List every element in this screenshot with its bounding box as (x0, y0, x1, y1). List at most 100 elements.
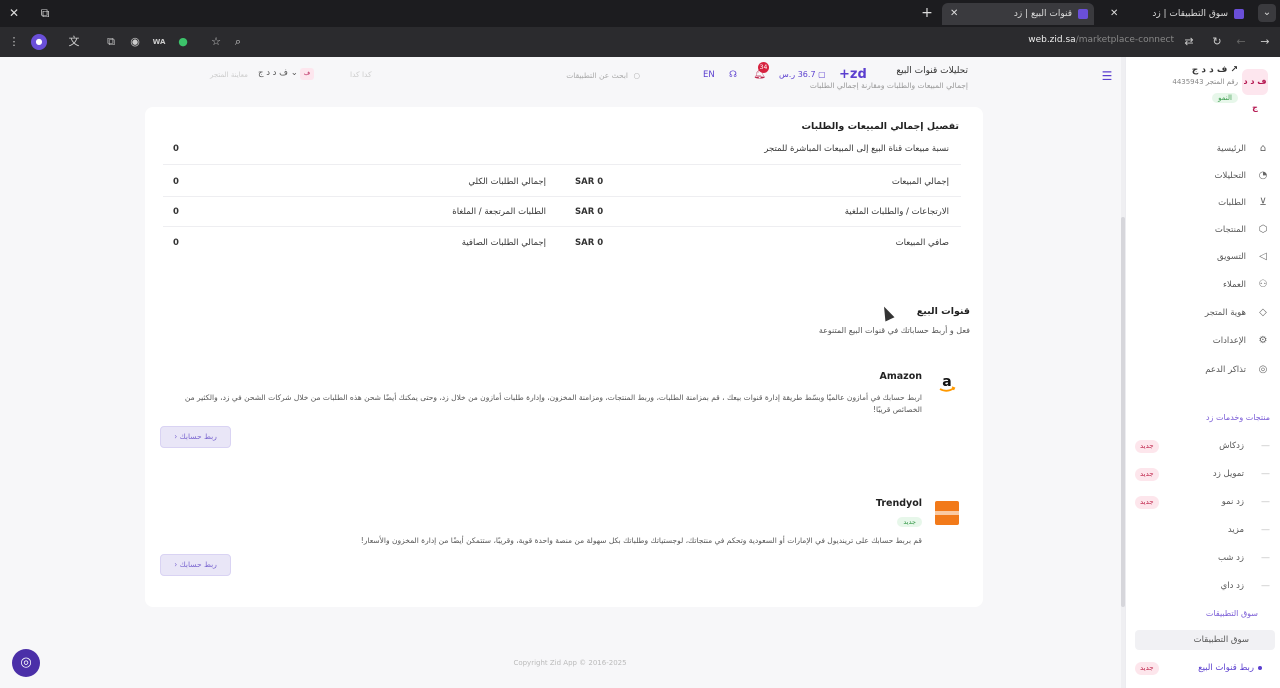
analytics-icon: ◔ (1258, 170, 1268, 181)
total-orders-label: إجمالي الطلبات الكلي (468, 177, 546, 187)
sales-summary-card: تفصيل إجمالي المبيعات والطلبات نسبة مبيع… (145, 107, 983, 325)
forward-icon[interactable]: ← (1233, 34, 1249, 50)
translate-icon[interactable]: 文 (66, 34, 82, 50)
sidebar-item-marketplace[interactable]: سوق التطبيقات (1135, 630, 1275, 650)
sidebar-item-support[interactable]: ◎ تذاكر الدعم (1135, 360, 1270, 380)
tab-title: قنوات البيع | زد (1013, 9, 1072, 19)
sidebar-item-zid-day[interactable]: — زد داي (1135, 576, 1270, 596)
new-badge: جديد (1135, 468, 1159, 481)
extensions-icon[interactable]: ⧉ (103, 34, 119, 50)
sidebar-item-home[interactable]: ⌂ الرئيسية (1135, 139, 1270, 159)
store-switcher[interactable]: ⌄ ف د د ج (258, 68, 298, 78)
sidebar-item-zid-growth[interactable]: — زد نمو جديد (1135, 492, 1270, 512)
sidebar-item-zid-finance[interactable]: — تمويل زد جديد (1135, 464, 1270, 484)
dash-icon: — (1261, 441, 1270, 451)
brush-icon: ◇ (1259, 307, 1267, 318)
sidebar-item-label: زد شب (1217, 553, 1244, 563)
connect-amazon-button[interactable]: ربط حسابك ‹ (160, 426, 231, 448)
divider (163, 164, 961, 165)
sidebar-item-marketing[interactable]: ◁ التسويق (1135, 247, 1270, 267)
total-sales-value: SAR 0 (575, 177, 604, 187)
total-sales-label: إجمالي المبيعات (891, 177, 949, 187)
sidebar-item-branding[interactable]: ◇ هوية المتجر (1135, 303, 1270, 323)
notification-count: 34 (758, 62, 769, 73)
sidebar-scrollbar[interactable] (1121, 217, 1125, 607)
chevron-left-icon: ‹ (174, 432, 178, 441)
dash-icon: — (1261, 469, 1270, 479)
dash-icon: — (1261, 581, 1270, 591)
sidebar-item-settings[interactable]: ⚙ الإعدادات (1135, 331, 1270, 351)
channels-subtitle: فعل و أربط حساباتك في قنوات البيع المتنو… (818, 326, 970, 335)
url-host: web.zid.sa (1028, 35, 1076, 45)
sidebar-item-connect-channels[interactable]: ربط قنوات البيع جديد (1135, 658, 1270, 678)
headset-icon[interactable]: ☊ (729, 70, 737, 80)
wallet-credit[interactable]: ▢ 36.7 ر.س (779, 70, 826, 79)
store-plan-badge: النمو (1212, 93, 1238, 103)
sidebar-item-label: زدكاش (1219, 441, 1244, 451)
zid-favicon-icon (1078, 9, 1088, 19)
bookmark-star-icon[interactable]: ☆ (208, 34, 224, 50)
hamburger-icon[interactable]: ☰ (1100, 69, 1114, 83)
camera-icon[interactable]: ◉ (127, 34, 143, 50)
dash-icon: — (1261, 553, 1270, 563)
sidebar-item-label: هوية المتجر (1204, 308, 1246, 318)
tab-sales-channels[interactable]: ✕ قنوات البيع | زد (942, 3, 1094, 25)
tab-close-icon[interactable]: ✕ (950, 3, 958, 25)
box-icon: ⬡ (1258, 224, 1268, 235)
zid-logo[interactable]: +zd (839, 67, 867, 82)
whatsapp-extension-icon[interactable]: WA (151, 34, 167, 50)
search-placeholder: ابحث عن التطبيقات (566, 71, 628, 80)
sidebar-item-label: زد نمو (1221, 497, 1244, 507)
sidebar: ف د د ج ↗ ف د د ج رقم المتجر 4435943 الن… (1121, 57, 1280, 688)
sidebar-item-label: الطلبات (1218, 198, 1246, 208)
dash-icon: — (1261, 525, 1270, 535)
page-subtitle: إجمالي المبيعات والطلبات ومقارنة إجمالي … (809, 81, 968, 90)
users-icon: ⚇ (1258, 279, 1268, 290)
back-icon[interactable]: → (1257, 34, 1273, 50)
store-preview-link[interactable]: معاينة المتجر (210, 71, 248, 79)
search-icon: ○ (633, 71, 640, 80)
sidebar-item-customers[interactable]: ⚇ العملاء (1135, 275, 1270, 295)
grammar-extension-icon[interactable]: ● (175, 34, 191, 50)
page-title: تحليلات قنوات البيع (896, 66, 968, 76)
sidebar-item-zid-ship[interactable]: — زد شب (1135, 548, 1270, 568)
reload-icon[interactable]: ↻ (1209, 34, 1225, 50)
dash-icon: — (1261, 497, 1270, 507)
sidebar-item-zidcash[interactable]: — زدكاش جديد (1135, 436, 1270, 456)
store-logo[interactable]: ف د د ج (1242, 69, 1268, 112)
tab-close-icon[interactable]: ✕ (1110, 3, 1118, 25)
sidebar-item-analytics[interactable]: ◔ التحليلات (1135, 166, 1270, 186)
browser-tab-bar: ✕ ⧉ ✕ سوق التطبيقات | زد ✕ قنوات البيع |… (0, 0, 1280, 27)
chat-support-button[interactable]: ◎ (12, 649, 40, 677)
search-input[interactable]: ○ ابحث عن التطبيقات (540, 67, 640, 85)
chevron-down-icon: ⌄ (290, 68, 298, 78)
connect-button-label: ربط حسابك (179, 432, 217, 441)
tab-search-icon[interactable]: ⧉ (37, 5, 53, 21)
trendyol-logo-icon (935, 501, 959, 525)
sidebar-item-label: العملاء (1222, 280, 1246, 290)
sidebar-item-orders[interactable]: ⊻ الطلبات (1135, 193, 1270, 213)
connect-trendyol-button[interactable]: ربط حسابك ‹ (160, 554, 231, 576)
zoom-icon[interactable]: ⌕ (230, 34, 246, 50)
tab-marketplace[interactable]: ✕ سوق التطبيقات | زد (1102, 3, 1250, 25)
summary-title: تفصيل إجمالي المبيعات والطلبات (801, 121, 959, 132)
sidebar-item-label: ربط قنوات البيع (1198, 663, 1254, 673)
site-settings-icon[interactable]: ⇄ (1181, 34, 1197, 50)
language-toggle[interactable]: EN (703, 70, 715, 80)
close-window-icon[interactable]: ✕ (6, 5, 22, 21)
new-tab-icon[interactable]: + (919, 5, 935, 21)
sidebar-item-mazeed[interactable]: — مزيد (1135, 520, 1270, 540)
amazon-logo-icon: a (935, 372, 959, 396)
marketplace-heading[interactable]: سوق التطبيقات (1206, 609, 1258, 618)
tab-menu-icon[interactable]: ⌄ (1258, 4, 1276, 22)
top-header: ☰ تحليلات قنوات البيع إجمالي المبيعات وا… (0, 57, 1124, 97)
connect-button-label: ربط حسابك (179, 560, 217, 569)
profile-icon[interactable]: ● (31, 34, 47, 50)
cart-icon: ⊻ (1259, 197, 1267, 208)
channel-name-trendyol: Trendyol (875, 498, 922, 509)
menu-dots-icon[interactable]: ⋮ (6, 34, 22, 50)
channel-name-amazon: Amazon (879, 371, 922, 382)
address-bar[interactable]: web.zid.sa/marketplace-connect (1028, 35, 1174, 45)
store-name[interactable]: ↗ ف د د ج (1192, 65, 1238, 75)
sidebar-item-products[interactable]: ⬡ المنتجات (1135, 220, 1270, 240)
